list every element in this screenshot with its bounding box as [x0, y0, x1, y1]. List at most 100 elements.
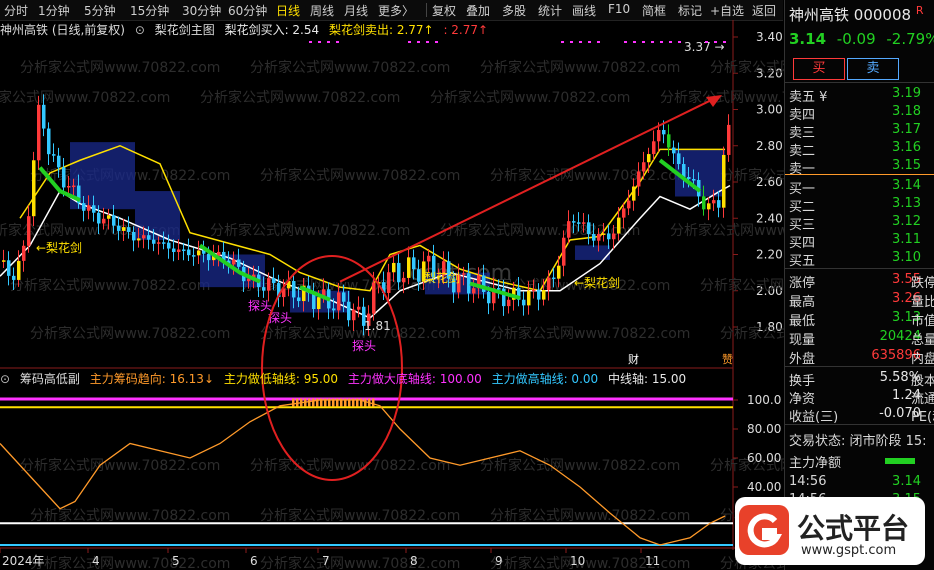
- tool-draw-button[interactable]: 画线: [572, 2, 596, 19]
- candle-body: [47, 128, 51, 155]
- bid-row-label: 买三: [789, 218, 816, 233]
- sell-button[interactable]: 卖: [847, 58, 899, 80]
- candle-body: [657, 129, 661, 142]
- fin-row-label: 净资: [789, 392, 816, 407]
- tool-back-button[interactable]: 返回: [752, 2, 776, 19]
- watermark-text: 分析家公式网www.70822.com: [210, 222, 410, 239]
- fin-row-tail: PE(动): [911, 410, 934, 425]
- candle-body: [462, 273, 466, 275]
- period-tab-30min[interactable]: 30分钟: [182, 2, 221, 19]
- signal-dot: [318, 41, 321, 43]
- candle-body: [617, 217, 621, 234]
- candle-body: [27, 216, 31, 246]
- tool-overlay-button[interactable]: 叠加: [466, 2, 490, 19]
- tool-stats-button[interactable]: 统计: [538, 2, 562, 19]
- candle-body: [112, 215, 116, 226]
- candle-body: [667, 134, 671, 148]
- candle-body: [137, 238, 141, 241]
- gear-icon[interactable]: ⊙: [0, 372, 10, 386]
- chip-bar: [356, 398, 359, 407]
- stat-row-label: 最低: [789, 314, 816, 329]
- watermark-text: 分析家公式网www.70822.com: [480, 457, 680, 474]
- signal-dot: [579, 41, 582, 43]
- bottom-line-value: 主力做大底轴线: 100.00: [347, 372, 482, 386]
- tool-f10-button[interactable]: F10: [608, 2, 630, 16]
- signal-dot: [723, 41, 726, 43]
- candle-body: [272, 278, 276, 284]
- bid-row-value: 3.12: [892, 214, 921, 229]
- tool-frame-button[interactable]: 简框: [642, 2, 666, 19]
- candle-body: [107, 215, 111, 219]
- candle-body: [42, 104, 46, 129]
- chip-bar: [324, 398, 327, 407]
- candle-body: [12, 275, 16, 280]
- lihuajian-label: ←梨花剑: [574, 275, 620, 290]
- watermark-text: 分析家公式网www.70822.com: [250, 59, 450, 76]
- tool-adjust-button[interactable]: 复权: [432, 2, 456, 19]
- tool-watchlist-button[interactable]: +自选: [710, 2, 744, 19]
- period-tab-more[interactable]: 更多〉: [378, 2, 414, 19]
- kline-chart[interactable]: 3.403.203.002.802.602.402.202.001.80分析家公…: [0, 20, 784, 570]
- candle-body: [192, 255, 196, 257]
- signal-dot: [642, 41, 645, 43]
- period-tab-monthly[interactable]: 月线: [344, 2, 368, 19]
- candle-body: [337, 292, 341, 311]
- dropdown-icon[interactable]: ⊙: [135, 23, 145, 37]
- period-tab-60min[interactable]: 60分钟: [228, 2, 267, 19]
- buy-button[interactable]: 买: [793, 58, 845, 80]
- fin-row: 换手 5.58% 股本: [789, 370, 934, 389]
- candle-body: [407, 257, 411, 278]
- candle-body: [2, 260, 6, 262]
- buy-signal-value: 梨花剑买入: 2.54: [224, 23, 320, 37]
- period-tab-daily[interactable]: 日线: [276, 2, 300, 19]
- candle-body: [32, 160, 36, 217]
- watermark-text: 分析家公式网www.70822.com: [720, 167, 784, 184]
- fin-row-tail: 股本: [911, 374, 934, 389]
- time-axis-label: 10: [570, 554, 585, 568]
- ask-row: 卖四 3.18: [789, 104, 934, 123]
- chip-bar: [336, 398, 339, 407]
- bid-row-label: 买一: [789, 182, 816, 197]
- stat-row: 现量 20424 总量: [789, 329, 934, 348]
- candle-body: [157, 242, 161, 244]
- sub-indicator-name[interactable]: 筹码高低副: [20, 372, 80, 386]
- watermark-text: 分析家公式网www.70822.com: [490, 167, 690, 184]
- candle-body: [57, 155, 61, 168]
- tool-mark-button[interactable]: 标记: [678, 2, 702, 19]
- period-tab-timeshare[interactable]: 分时: [4, 2, 28, 19]
- candle-body: [82, 203, 86, 211]
- candle-body: [587, 222, 591, 235]
- fin-row-label: 收益(三): [789, 410, 839, 425]
- stat-row-tail: 跌停: [911, 276, 934, 291]
- period-tab-1min[interactable]: 1分钟: [38, 2, 70, 19]
- trade-status: 交易状态: 闭市阶段 15:: [789, 430, 934, 449]
- sell-signal-extra: : 2.77↑: [443, 23, 489, 37]
- indicator-name[interactable]: 梨花剑主图: [155, 23, 215, 37]
- period-tab-15min[interactable]: 15分钟: [130, 2, 169, 19]
- period-tab-5min[interactable]: 5分钟: [84, 2, 116, 19]
- bid-row-label: 买四: [789, 236, 816, 251]
- candle-body: [372, 282, 376, 314]
- tool-multi-button[interactable]: 多股: [502, 2, 526, 19]
- bid-row: 买四 3.11: [789, 232, 934, 251]
- price-axis-label: 3.40: [756, 30, 783, 44]
- watermark-text: 分析家公式网www.70822.com: [10, 277, 210, 294]
- stat-row-tail: 内盘: [911, 352, 934, 367]
- candle-body: [552, 277, 556, 280]
- candle-body: [487, 291, 491, 304]
- candle-body: [607, 233, 611, 240]
- candle-body: [167, 242, 171, 249]
- ask-row: 卖三 3.17: [789, 122, 934, 141]
- bid-row-value: 3.11: [892, 232, 921, 247]
- candle-body: [162, 242, 166, 244]
- period-tab-weekly[interactable]: 周线: [310, 2, 334, 19]
- watermark-text: 分析家公式网www.70822.com: [260, 555, 460, 570]
- margin-badge: R: [915, 4, 924, 17]
- candle-body: [22, 245, 26, 261]
- ask-row: 卖五 ¥ 3.19: [789, 86, 934, 105]
- ask-row-label: 卖二: [789, 144, 816, 159]
- watermark-text: 分析家公式网www.70822.com: [490, 325, 690, 342]
- candle-body: [297, 297, 301, 302]
- time-axis-label: 9: [495, 554, 503, 568]
- brand-logo: 公式平台 www.gspt.com: [735, 497, 925, 565]
